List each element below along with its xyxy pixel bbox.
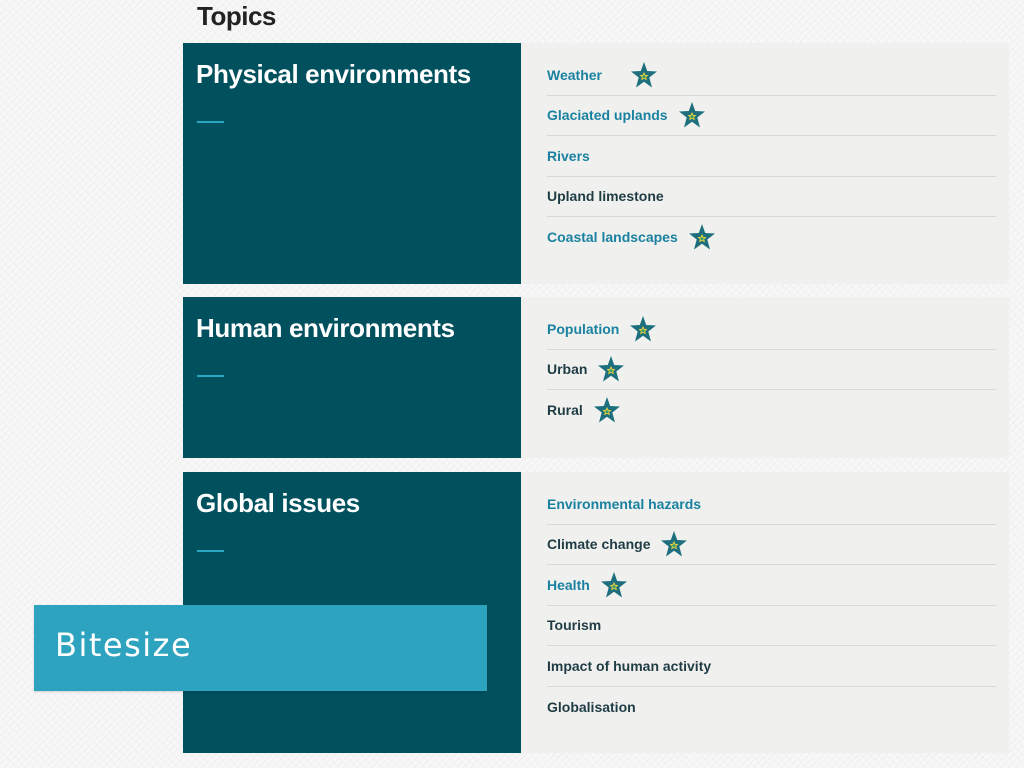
topic-label: Globalisation <box>547 698 636 715</box>
topic-label: Impact of human activity <box>547 657 712 674</box>
topic-upland-limestone: Upland limestone <box>547 177 996 217</box>
topic-label[interactable]: Rivers <box>547 147 590 165</box>
topic-label[interactable]: Weather <box>547 66 602 84</box>
topic-tourism: Tourism <box>547 606 996 646</box>
topic-label[interactable]: Health <box>547 576 590 594</box>
topic-label[interactable]: Coastal landscapes <box>547 228 678 246</box>
topic-label: Tourism <box>547 617 602 634</box>
star-icon <box>660 530 688 558</box>
topic-impact-of-human-activity: Impact of human activity <box>547 646 996 687</box>
section-header: Human environments <box>183 297 521 458</box>
star-icon <box>688 223 716 251</box>
topic-label[interactable]: Rural <box>547 401 583 419</box>
topic-label: Upland limestone <box>547 188 664 205</box>
topic-list: Environmental hazards Climate change Hea… <box>521 472 1009 753</box>
star-icon <box>600 571 628 599</box>
section-title[interactable]: Human environments <box>196 312 455 344</box>
topic-globalisation: Globalisation <box>547 687 996 728</box>
topic-rural[interactable]: Rural <box>547 390 996 431</box>
topic-rivers[interactable]: Rivers <box>547 136 996 177</box>
star-icon <box>597 355 625 383</box>
page-title: Topics <box>197 1 276 31</box>
section-header: Physical environments <box>183 43 521 284</box>
topic-coastal-landscapes[interactable]: Coastal landscapes <box>547 217 996 258</box>
topic-health[interactable]: Health <box>547 565 996 606</box>
topic-label[interactable]: Climate change <box>547 535 650 553</box>
bitesize-banner: Bitesize <box>34 605 487 691</box>
topic-environmental-hazards[interactable]: Environmental hazards <box>547 484 996 525</box>
section-title[interactable]: Physical environments <box>196 58 471 90</box>
section-divider <box>197 121 224 123</box>
topic-list: Population Urban Rural <box>521 297 1009 458</box>
topic-weather[interactable]: Weather <box>547 55 996 96</box>
topic-label[interactable]: Population <box>547 320 619 338</box>
section-title[interactable]: Global issues <box>196 487 360 519</box>
topic-list: Weather Glaciated uplands Rivers Upland … <box>521 43 1009 284</box>
topic-label[interactable]: Glaciated uplands <box>547 106 668 124</box>
star-icon <box>630 61 658 89</box>
topic-glaciated-uplands[interactable]: Glaciated uplands <box>547 96 996 136</box>
topic-label[interactable]: Urban <box>547 360 587 378</box>
topic-urban[interactable]: Urban <box>547 350 996 390</box>
topic-label[interactable]: Environmental hazards <box>547 495 701 513</box>
star-icon <box>678 101 706 129</box>
topic-climate-change[interactable]: Climate change <box>547 525 996 565</box>
section-human-environments: Human environments Population Urban Rura… <box>183 297 1009 458</box>
star-icon <box>593 396 621 424</box>
section-physical-environments: Physical environments Weather Glaciated … <box>183 43 1009 284</box>
section-divider <box>197 550 224 552</box>
topic-population[interactable]: Population <box>547 309 996 350</box>
section-divider <box>197 375 224 377</box>
star-icon <box>629 315 657 343</box>
bitesize-logo-text: Bitesize <box>55 626 193 664</box>
